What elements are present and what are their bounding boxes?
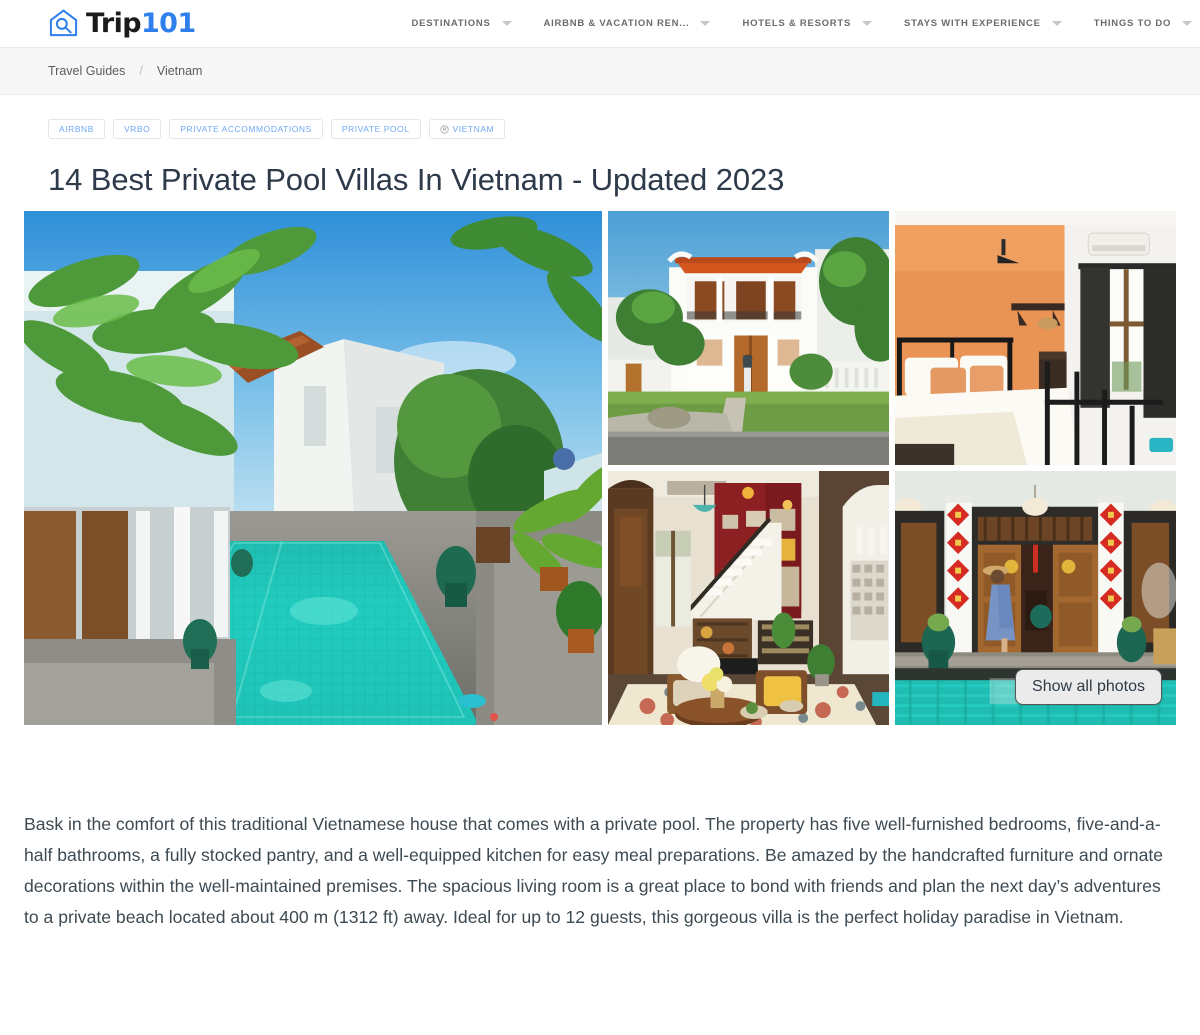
tag-label: VIETNAM [452,123,495,134]
nav-item-things-to-do[interactable]: THINGS TO DO [1078,0,1200,48]
tag-private-accommodations[interactable]: PRIVATE ACCOMMODATIONS [169,119,323,139]
location-pin-icon [439,124,449,134]
breadcrumb: Travel Guides / Vietnam [0,48,1200,95]
nav-item-stays-with-experience[interactable]: STAYS WITH EXPERIENCE [888,0,1078,48]
gallery-thumb-3[interactable] [608,471,889,726]
primary-nav: DESTINATIONS AIRBNB & VACATION REN... HO… [396,0,1200,48]
chevron-down-icon [1182,21,1193,26]
page-title: 14 Best Private Pool Villas In Vietnam -… [48,162,785,197]
nav-item-hotels-resorts[interactable]: HOTELS & RESORTS [726,0,888,48]
breadcrumb-separator: / [139,64,143,78]
nav-item-airbnb-vacation-rentals[interactable]: AIRBNB & VACATION REN... [528,0,727,48]
tag-label: PRIVATE ACCOMMODATIONS [180,123,312,134]
logo-wordmark: Trip101 [86,10,196,37]
nav-item-label: HOTELS & RESORTS [742,18,852,29]
logo-word-101: 101 [140,8,196,39]
show-all-photos-button[interactable]: Show all photos [1015,668,1162,706]
logo-word-trip: Trip [86,8,142,39]
tag-vrbo[interactable]: VRBO [112,119,162,139]
chevron-down-icon [501,21,512,26]
gallery-main-photo[interactable] [24,211,602,726]
tag-airbnb[interactable]: AIRBNB [48,119,105,139]
nav-item-label: STAYS WITH EXPERIENCE [904,18,1041,29]
site-header: Trip101 DESTINATIONS AIRBNB & VACATION R… [0,0,1200,48]
gallery-row-top [608,211,1176,466]
nav-item-label: AIRBNB & VACATION REN... [543,18,690,29]
chevron-down-icon [1051,21,1062,26]
breadcrumb-item-travel-guides[interactable]: Travel Guides [48,64,125,78]
breadcrumb-item-vietnam[interactable]: Vietnam [157,64,203,78]
nav-item-label: THINGS TO DO [1093,18,1172,29]
nav-item-label: DESTINATIONS [411,18,491,29]
article-paragraph: Bask in the comfort of this traditional … [24,814,1164,927]
article-body: Bask in the comfort of this traditional … [24,809,1176,932]
nav-item-destinations[interactable]: DESTINATIONS [396,0,528,48]
tag-list: AIRBNB VRBO PRIVATE ACCOMMODATIONS PRIVA… [0,95,1200,139]
tag-vietnam[interactable]: VIETNAM [428,119,506,139]
gallery-thumb-2[interactable] [895,211,1176,466]
tag-label: PRIVATE POOL [341,123,410,134]
chevron-down-icon [862,21,873,26]
tag-label: AIRBNB [59,123,94,134]
house-search-logo-icon [48,8,79,39]
chevron-down-icon [700,21,711,26]
site-logo[interactable]: Trip101 [48,0,196,48]
photo-gallery: Show all photos [24,211,1176,726]
tag-private-pool[interactable]: PRIVATE POOL [330,119,421,139]
tag-label: VRBO [123,123,151,134]
gallery-thumb-1[interactable] [608,211,889,466]
gallery-thumbnails [608,211,1176,726]
